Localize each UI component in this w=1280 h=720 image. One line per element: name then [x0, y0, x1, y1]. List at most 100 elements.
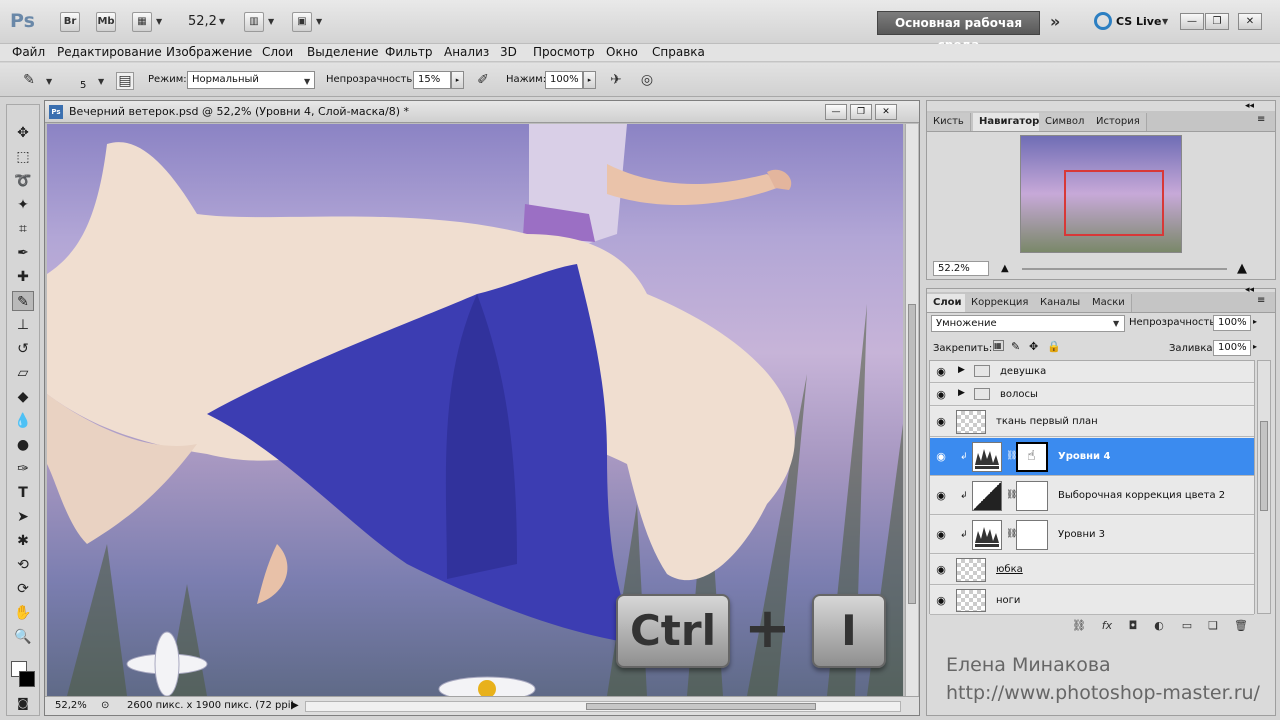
menu-select[interactable]: Выделение: [307, 44, 378, 60]
brush-preset-icon[interactable]: ✎: [20, 72, 38, 90]
layer-row-levels-4[interactable]: ◉ ↲ ⛓ ☝ Уровни 4: [930, 438, 1254, 476]
layer-mask-thumbnail[interactable]: ☝: [1016, 442, 1048, 472]
background-color-swatch[interactable]: [19, 671, 35, 687]
tab-navigator[interactable]: Навигатор: [973, 113, 1047, 131]
visibility-eye-icon[interactable]: ◉: [933, 449, 949, 465]
close-button[interactable]: ✕: [1238, 13, 1262, 30]
brush-tool-icon[interactable]: ✎: [12, 291, 34, 311]
navigator-preview[interactable]: [1020, 135, 1182, 253]
menu-layers[interactable]: Слои: [262, 44, 293, 60]
layer-mask-thumbnail[interactable]: [1016, 520, 1048, 550]
expand-group-icon[interactable]: ▶: [958, 388, 965, 398]
chevron-down-icon[interactable]: ▼: [316, 17, 322, 26]
layer-opacity-input[interactable]: 100%: [1213, 315, 1251, 331]
flow-arrow-icon[interactable]: ▸: [583, 71, 596, 89]
menu-image[interactable]: Изображение: [166, 44, 252, 60]
chevron-down-icon[interactable]: ▼: [1113, 319, 1119, 328]
vertical-scroll-thumb[interactable]: [908, 304, 916, 604]
type-tool-icon[interactable]: T: [12, 483, 34, 503]
zoom-out-icon[interactable]: ▲: [1001, 263, 1009, 274]
3d-orbit-tool-icon[interactable]: ⟳: [12, 579, 34, 599]
lock-position-icon[interactable]: ✥: [1029, 340, 1038, 353]
zoom-in-icon[interactable]: ▲: [1237, 261, 1247, 276]
tab-layers[interactable]: Слои: [927, 294, 969, 312]
doc-restore-button[interactable]: ❐: [850, 104, 872, 120]
navigator-view-rectangle[interactable]: [1064, 170, 1164, 236]
menu-view[interactable]: Просмотр: [533, 44, 595, 60]
opacity-arrow-icon[interactable]: ▸: [451, 71, 464, 89]
horizontal-scroll-thumb[interactable]: [586, 703, 816, 710]
workspace-switcher[interactable]: Основная рабочая среда: [877, 11, 1040, 52]
layer-row-levels-3[interactable]: ◉ ↲ ⛓ Уровни 3: [930, 516, 1254, 554]
selective-color-adjustment-icon[interactable]: [972, 481, 1002, 511]
lock-transparency-icon[interactable]: ▦: [993, 340, 1004, 351]
fill-arrow-icon[interactable]: ▸: [1253, 342, 1257, 351]
layer-row-selective-color-2[interactable]: ◉ ↲ ⛓ Выборочная коррекция цвета 2: [930, 477, 1254, 515]
marquee-tool-icon[interactable]: ⬚: [12, 147, 34, 167]
opacity-arrow-icon[interactable]: ▸: [1253, 317, 1257, 326]
menu-3d[interactable]: 3D: [500, 44, 517, 60]
pen-tool-icon[interactable]: ✑: [12, 459, 34, 479]
tablet-opacity-icon[interactable]: ✐: [474, 72, 492, 90]
visibility-eye-icon[interactable]: ◉: [933, 387, 949, 403]
visibility-eye-icon[interactable]: ◉: [933, 562, 949, 578]
shape-tool-icon[interactable]: ✱: [12, 531, 34, 551]
crop-tool-icon[interactable]: ⌗: [12, 219, 34, 239]
visibility-eye-icon[interactable]: ◉: [933, 488, 949, 504]
clone-stamp-tool-icon[interactable]: ⊥: [12, 315, 34, 335]
expand-group-icon[interactable]: ▶: [958, 365, 965, 375]
layer-row-fabric[interactable]: ◉ ткань первый план: [930, 407, 1254, 437]
quick-mask-icon[interactable]: ◙: [12, 693, 34, 713]
chevron-down-icon[interactable]: ▼: [1162, 17, 1168, 26]
chevron-down-icon[interactable]: ▼: [219, 17, 225, 26]
hand-tool-icon[interactable]: ✋: [12, 603, 34, 623]
history-brush-tool-icon[interactable]: ↺: [12, 339, 34, 359]
lock-pixels-icon[interactable]: ✎: [1011, 340, 1020, 353]
panel-menu-icon[interactable]: ≡: [1257, 114, 1265, 125]
tab-adjustments[interactable]: Коррекция: [965, 294, 1036, 312]
maximize-button[interactable]: ❐: [1205, 13, 1229, 30]
layer-row-hair[interactable]: ◉ ▶ волосы: [930, 384, 1254, 406]
tab-history[interactable]: История: [1090, 113, 1147, 131]
menu-analysis[interactable]: Анализ: [444, 44, 489, 60]
tab-masks[interactable]: Маски: [1086, 294, 1132, 312]
mini-bridge-button[interactable]: Mb: [96, 12, 116, 32]
screen-mode-button[interactable]: ▣: [292, 12, 312, 32]
blend-mode-select[interactable]: Умножение: [931, 315, 1125, 332]
minimize-button[interactable]: —: [1180, 13, 1204, 30]
new-adjustment-icon[interactable]: ◐: [1151, 619, 1167, 633]
flow-input[interactable]: 100%: [545, 71, 583, 89]
blur-tool-icon[interactable]: 💧: [12, 411, 34, 431]
layer-row-girl[interactable]: ◉ ▶ девушка: [930, 361, 1254, 383]
move-tool-icon[interactable]: ✥: [12, 123, 34, 143]
dodge-tool-icon[interactable]: ●: [12, 435, 34, 455]
doc-close-button[interactable]: ✕: [875, 104, 897, 120]
status-zoom[interactable]: 52,2%: [55, 700, 87, 711]
mode-select[interactable]: Нормальный: [187, 71, 315, 89]
menu-filter[interactable]: Фильтр: [385, 44, 432, 60]
chevron-down-icon[interactable]: ▼: [304, 77, 310, 86]
tab-brush[interactable]: Кисть: [927, 113, 971, 131]
chevron-down-icon[interactable]: ▼: [98, 77, 104, 86]
fill-input[interactable]: 100%: [1213, 340, 1251, 356]
status-icon[interactable]: ⊙: [101, 700, 109, 711]
healing-tool-icon[interactable]: ✚: [12, 267, 34, 287]
more-workspaces-icon[interactable]: »: [1050, 12, 1060, 31]
eyedropper-tool-icon[interactable]: ✒: [12, 243, 34, 263]
lock-all-icon[interactable]: 🔒: [1047, 340, 1061, 353]
delete-layer-icon[interactable]: 🗑: [1233, 619, 1249, 633]
vertical-scrollbar[interactable]: [905, 124, 918, 696]
layer-row-legs[interactable]: ◉ ноги: [930, 586, 1254, 615]
document-title-bar[interactable]: Ps Вечерний ветерок.psd @ 52,2% (Уровни …: [45, 101, 919, 123]
3d-rotate-tool-icon[interactable]: ⟲: [12, 555, 34, 575]
layer-style-icon[interactable]: fx: [1099, 619, 1115, 633]
chevron-down-icon[interactable]: ▼: [156, 17, 162, 26]
doc-minimize-button[interactable]: —: [825, 104, 847, 120]
opacity-input[interactable]: 15%: [413, 71, 451, 89]
brush-panel-toggle-icon[interactable]: ▤: [116, 72, 134, 90]
quick-select-tool-icon[interactable]: ✦: [12, 195, 34, 215]
layers-scrollbar[interactable]: [1257, 360, 1271, 614]
menu-file[interactable]: Файл: [12, 44, 45, 60]
visibility-eye-icon[interactable]: ◉: [933, 364, 949, 380]
menu-help[interactable]: Справка: [652, 44, 705, 60]
